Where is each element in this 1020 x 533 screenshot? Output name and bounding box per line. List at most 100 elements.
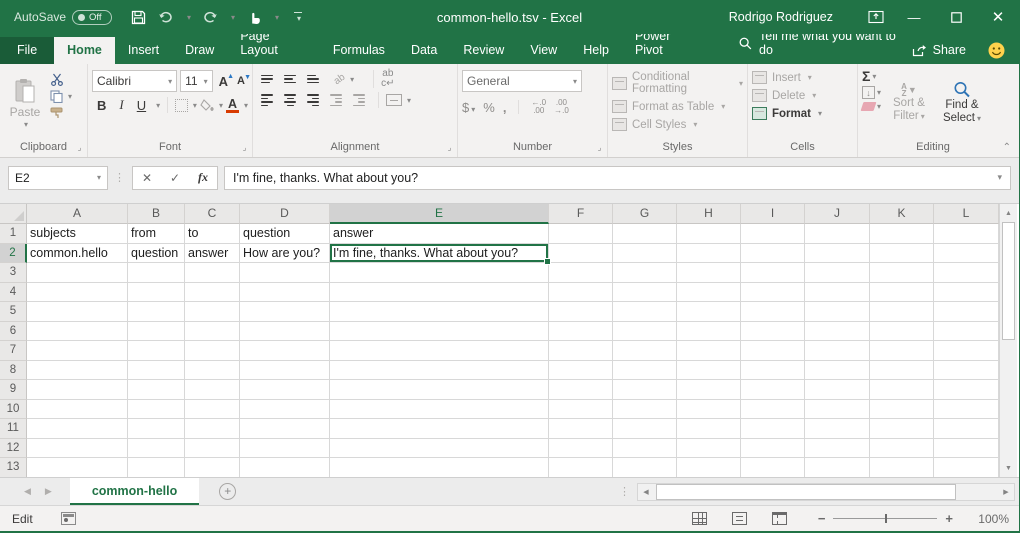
insert-function-button[interactable]: fx — [189, 170, 217, 185]
cell-K9[interactable] — [870, 380, 934, 400]
decrease-decimal-button[interactable]: .00→.0 — [554, 99, 569, 115]
cell-C8[interactable] — [185, 361, 240, 381]
cell-G7[interactable] — [613, 341, 677, 361]
cell-C3[interactable] — [185, 263, 240, 283]
cell-J11[interactable] — [805, 419, 870, 439]
touch-mode-dropdown[interactable]: ▾ — [272, 13, 282, 22]
cell-K4[interactable] — [870, 283, 934, 303]
cell-I12[interactable] — [741, 439, 805, 459]
formula-bar-handle[interactable]: ⋮ — [114, 171, 126, 184]
conditional-formatting-button[interactable]: Conditional Formatting ▾ — [612, 71, 743, 95]
column-header-F[interactable]: F — [549, 204, 613, 224]
decrease-font-size-button[interactable]: A▼ — [234, 75, 248, 87]
cell-K6[interactable] — [870, 322, 934, 342]
page-break-preview-button[interactable] — [760, 512, 800, 525]
cell-J5[interactable] — [805, 302, 870, 322]
cell-I13[interactable] — [741, 458, 805, 477]
cell-D4[interactable] — [240, 283, 330, 303]
cell-E2[interactable]: I'm fine, thanks. What about you? — [330, 244, 549, 264]
cell-I3[interactable] — [741, 263, 805, 283]
cell-I6[interactable] — [741, 322, 805, 342]
cell-B12[interactable] — [128, 439, 185, 459]
cell-E9[interactable] — [330, 380, 549, 400]
cell-A11[interactable] — [27, 419, 128, 439]
row-header-8[interactable]: 8 — [0, 361, 27, 381]
redo-dropdown[interactable]: ▾ — [228, 13, 238, 22]
normal-view-button[interactable] — [680, 512, 720, 525]
cell-I9[interactable] — [741, 380, 805, 400]
new-sheet-button[interactable]: + — [219, 478, 236, 505]
cell-F2[interactable] — [549, 244, 613, 264]
cell-G6[interactable] — [613, 322, 677, 342]
cell-A7[interactable] — [27, 341, 128, 361]
cell-J3[interactable] — [805, 263, 870, 283]
cell-B3[interactable] — [128, 263, 185, 283]
cell-J8[interactable] — [805, 361, 870, 381]
cell-A6[interactable] — [27, 322, 128, 342]
cell-F8[interactable] — [549, 361, 613, 381]
cell-C1[interactable]: to — [185, 224, 240, 244]
cell-D2[interactable]: How are you? — [240, 244, 330, 264]
row-header-11[interactable]: 11 — [0, 419, 27, 439]
cell-H13[interactable] — [677, 458, 741, 477]
accounting-dropdown[interactable]: ▾ — [471, 105, 475, 114]
clear-button[interactable]: ▾ — [862, 102, 881, 111]
next-sheet-button[interactable]: ▶ — [45, 486, 52, 497]
column-header-L[interactable]: L — [934, 204, 999, 224]
row-header-4[interactable]: 4 — [0, 283, 27, 303]
cell-J1[interactable] — [805, 224, 870, 244]
tell-me-box[interactable]: Tell me what you want to do — [739, 29, 912, 64]
copy-dropdown[interactable]: ▾ — [68, 92, 72, 101]
orientation-dropdown[interactable]: ▾ — [350, 75, 354, 84]
clipboard-dialog-launcher[interactable]: ⌟ — [74, 143, 85, 154]
cell-E8[interactable] — [330, 361, 549, 381]
cell-A2[interactable]: common.hello — [27, 244, 128, 264]
cell-G2[interactable] — [613, 244, 677, 264]
cell-I1[interactable] — [741, 224, 805, 244]
cell-C2[interactable]: answer — [185, 244, 240, 264]
cell-G11[interactable] — [613, 419, 677, 439]
cell-G3[interactable] — [613, 263, 677, 283]
font-dialog-launcher[interactable]: ⌟ — [239, 143, 250, 154]
user-name[interactable]: Rodrigo Rodriguez — [729, 10, 833, 24]
row-header-1[interactable]: 1 — [0, 224, 27, 244]
horizontal-scrollbar-thumb[interactable] — [656, 484, 956, 500]
scroll-down-arrow[interactable]: ▼ — [1000, 459, 1017, 477]
cell-H9[interactable] — [677, 380, 741, 400]
row-header-6[interactable]: 6 — [0, 322, 27, 342]
prev-sheet-button[interactable]: ◀ — [24, 486, 31, 497]
cell-K2[interactable] — [870, 244, 934, 264]
font-color-button[interactable]: A — [226, 98, 239, 113]
cell-A10[interactable] — [27, 400, 128, 420]
cell-A5[interactable] — [27, 302, 128, 322]
cell-L10[interactable] — [934, 400, 999, 420]
cell-A12[interactable] — [27, 439, 128, 459]
cell-C9[interactable] — [185, 380, 240, 400]
enter-entry-button[interactable]: ✓ — [161, 171, 189, 185]
fill-color-dropdown[interactable]: ▾ — [219, 101, 223, 110]
font-color-dropdown[interactable]: ▾ — [244, 101, 248, 110]
autosave-pill[interactable]: Off — [72, 10, 112, 25]
cell-C10[interactable] — [185, 400, 240, 420]
scroll-left-arrow[interactable]: ◀ — [638, 484, 654, 500]
cell-E10[interactable] — [330, 400, 549, 420]
save-button[interactable] — [126, 5, 150, 29]
underline-button[interactable]: U — [132, 97, 151, 114]
align-left-button[interactable] — [257, 91, 277, 109]
page-layout-view-button[interactable] — [720, 512, 760, 525]
cell-A3[interactable] — [27, 263, 128, 283]
zoom-in-button[interactable]: + — [945, 511, 953, 526]
italic-button[interactable]: I — [114, 96, 128, 114]
cell-E13[interactable] — [330, 458, 549, 477]
cell-I10[interactable] — [741, 400, 805, 420]
column-header-H[interactable]: H — [677, 204, 741, 224]
tab-view[interactable]: View — [517, 37, 570, 64]
undo-button[interactable] — [154, 5, 178, 29]
macro-record-button[interactable] — [61, 512, 76, 525]
insert-cells-button[interactable]: Insert ▾ — [752, 71, 853, 84]
cancel-entry-button[interactable]: ✕ — [133, 171, 161, 185]
cell-C6[interactable] — [185, 322, 240, 342]
cell-I7[interactable] — [741, 341, 805, 361]
align-bottom-button[interactable] — [303, 72, 323, 87]
cell-F13[interactable] — [549, 458, 613, 477]
